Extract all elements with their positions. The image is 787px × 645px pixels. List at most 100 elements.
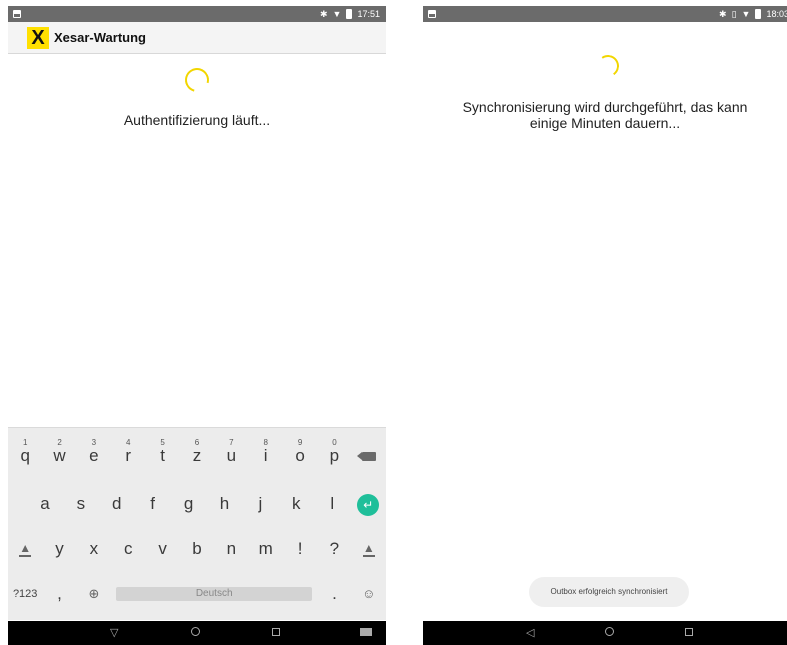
key-z[interactable]: 6z: [180, 438, 214, 474]
key-e[interactable]: 3e: [77, 438, 111, 474]
status-clock: 17:51: [357, 9, 380, 19]
key-exclamation[interactable]: !: [283, 531, 317, 567]
key-a[interactable]: a: [27, 486, 63, 522]
app-logo: X: [27, 26, 49, 49]
key-o[interactable]: 9o: [283, 438, 317, 474]
key-label: r: [125, 446, 132, 465]
key-label: w: [53, 446, 66, 465]
status-clock: 18:03: [766, 9, 787, 19]
key-x[interactable]: x: [77, 531, 111, 567]
status-icons: ✱ ▯ ▼ 18:03: [719, 8, 787, 20]
period-key[interactable]: .: [317, 576, 351, 612]
symbols-key[interactable]: ?123: [8, 576, 42, 612]
key-p[interactable]: 0p: [317, 438, 351, 474]
key-hint: 6: [194, 438, 200, 447]
loading-spinner: [595, 53, 621, 79]
key-label: t: [160, 446, 165, 465]
key-question[interactable]: ?: [317, 531, 351, 567]
space-key-label: Deutsch: [116, 587, 313, 601]
key-label: e: [89, 446, 99, 465]
key-i[interactable]: 8i: [249, 438, 283, 474]
right-device-screen: ✱ ▯ ▼ 18:03 Synchronisierung wird durchg…: [423, 6, 787, 645]
shift-key-left[interactable]: ▲: [8, 531, 42, 567]
wifi-icon: ▼: [332, 9, 342, 19]
left-device-screen: ✱ ▼ 17:51 X Xesar-Wartung Authentifizier…: [8, 6, 386, 645]
keyboard-switch-icon[interactable]: [360, 626, 372, 640]
key-r[interactable]: 4r: [111, 438, 145, 474]
enter-key[interactable]: ↵: [350, 486, 386, 522]
nav-back-icon[interactable]: ◁: [526, 626, 534, 640]
key-l[interactable]: l: [314, 486, 350, 522]
key-hint: 5: [160, 438, 165, 447]
notification-icon: [428, 10, 436, 18]
key-c[interactable]: c: [111, 531, 145, 567]
key-label: q: [20, 446, 30, 465]
language-key[interactable]: ⊕: [77, 576, 111, 612]
key-hint: 4: [126, 438, 131, 447]
key-label: u: [226, 446, 237, 465]
backspace-icon: [356, 452, 376, 462]
keyboard-row-3: ▲ y x c v b n m!? ▲: [8, 531, 386, 567]
key-s[interactable]: s: [63, 486, 99, 522]
comma-key[interactable]: ,: [42, 576, 76, 612]
emoji-icon: ☺: [362, 586, 376, 601]
keyboard-row-2: a s d f g h j k l ↵: [8, 486, 386, 522]
backspace-key[interactable]: [352, 438, 386, 474]
nav-home-icon[interactable]: [191, 626, 200, 640]
bluetooth-icon: ✱: [320, 9, 328, 19]
status-bar: ✱ ▼ 17:51: [8, 6, 386, 22]
key-hint: 3: [91, 438, 97, 447]
nav-home-icon[interactable]: [605, 626, 614, 640]
status-icons: ✱ ▼ 17:51: [320, 8, 380, 20]
status-bar: ✱ ▯ ▼ 18:03: [423, 6, 787, 22]
app-bar: X Xesar-Wartung: [8, 22, 386, 54]
key-label: i: [263, 446, 268, 465]
shift-icon: ▲: [362, 541, 375, 558]
key-hint: 8: [263, 438, 268, 447]
emoji-key[interactable]: ☺: [352, 576, 386, 612]
key-hint: 9: [297, 438, 303, 447]
notification-icon: [13, 10, 21, 18]
globe-icon: ⊕: [88, 586, 100, 601]
key-k[interactable]: k: [278, 486, 314, 522]
key-n[interactable]: n: [214, 531, 248, 567]
enter-icon: ↵: [357, 493, 380, 516]
key-v[interactable]: v: [145, 531, 179, 567]
app-title: Xesar-Wartung: [54, 30, 146, 45]
key-d[interactable]: d: [99, 486, 135, 522]
key-q[interactable]: 1q: [8, 438, 42, 474]
battery-icon: [755, 9, 762, 19]
keyboard-row-4: ?123 , ⊕ Deutsch . ☺: [8, 576, 386, 612]
nav-back-icon[interactable]: ▽: [110, 626, 118, 640]
key-t[interactable]: 5t: [145, 438, 179, 474]
nav-recents-icon[interactable]: [685, 626, 693, 640]
authentication-message: Authentifizierung läuft...: [123, 112, 271, 128]
navigation-bar: ▽: [8, 621, 386, 645]
key-label: p: [329, 446, 340, 465]
loading-spinner: [180, 63, 214, 97]
shift-key-right[interactable]: ▲: [352, 531, 386, 567]
shift-icon: ▲: [19, 541, 32, 558]
key-hint: 1: [22, 438, 28, 447]
key-j[interactable]: j: [242, 486, 278, 522]
wifi-icon: ▼: [741, 9, 751, 19]
key-f[interactable]: f: [135, 486, 171, 522]
sync-message: Synchronisierung wird durchgeführt, das …: [462, 99, 748, 131]
key-label: o: [295, 446, 305, 465]
key-h[interactable]: h: [207, 486, 243, 522]
onscreen-keyboard: 1q2w3e4r5t6z7u8i9o0p a s d f g h j k l ↵ ▲ y x c v b n m…: [8, 427, 386, 620]
navigation-bar: ◁: [423, 621, 787, 645]
vibrate-icon: ▯: [731, 9, 737, 19]
battery-icon: [346, 9, 353, 19]
key-m[interactable]: m: [249, 531, 283, 567]
toast-notification: Outbox erfolgreich synchronisiert: [529, 577, 689, 607]
nav-recents-icon[interactable]: [272, 626, 280, 640]
key-g[interactable]: g: [171, 486, 207, 522]
space-key[interactable]: Deutsch: [111, 576, 317, 612]
key-w[interactable]: 2w: [42, 438, 76, 474]
key-hint: 7: [229, 438, 234, 447]
keyboard-row-1: 1q2w3e4r5t6z7u8i9o0p: [8, 438, 386, 474]
key-u[interactable]: 7u: [214, 438, 248, 474]
key-y[interactable]: y: [42, 531, 76, 567]
key-b[interactable]: b: [180, 531, 214, 567]
